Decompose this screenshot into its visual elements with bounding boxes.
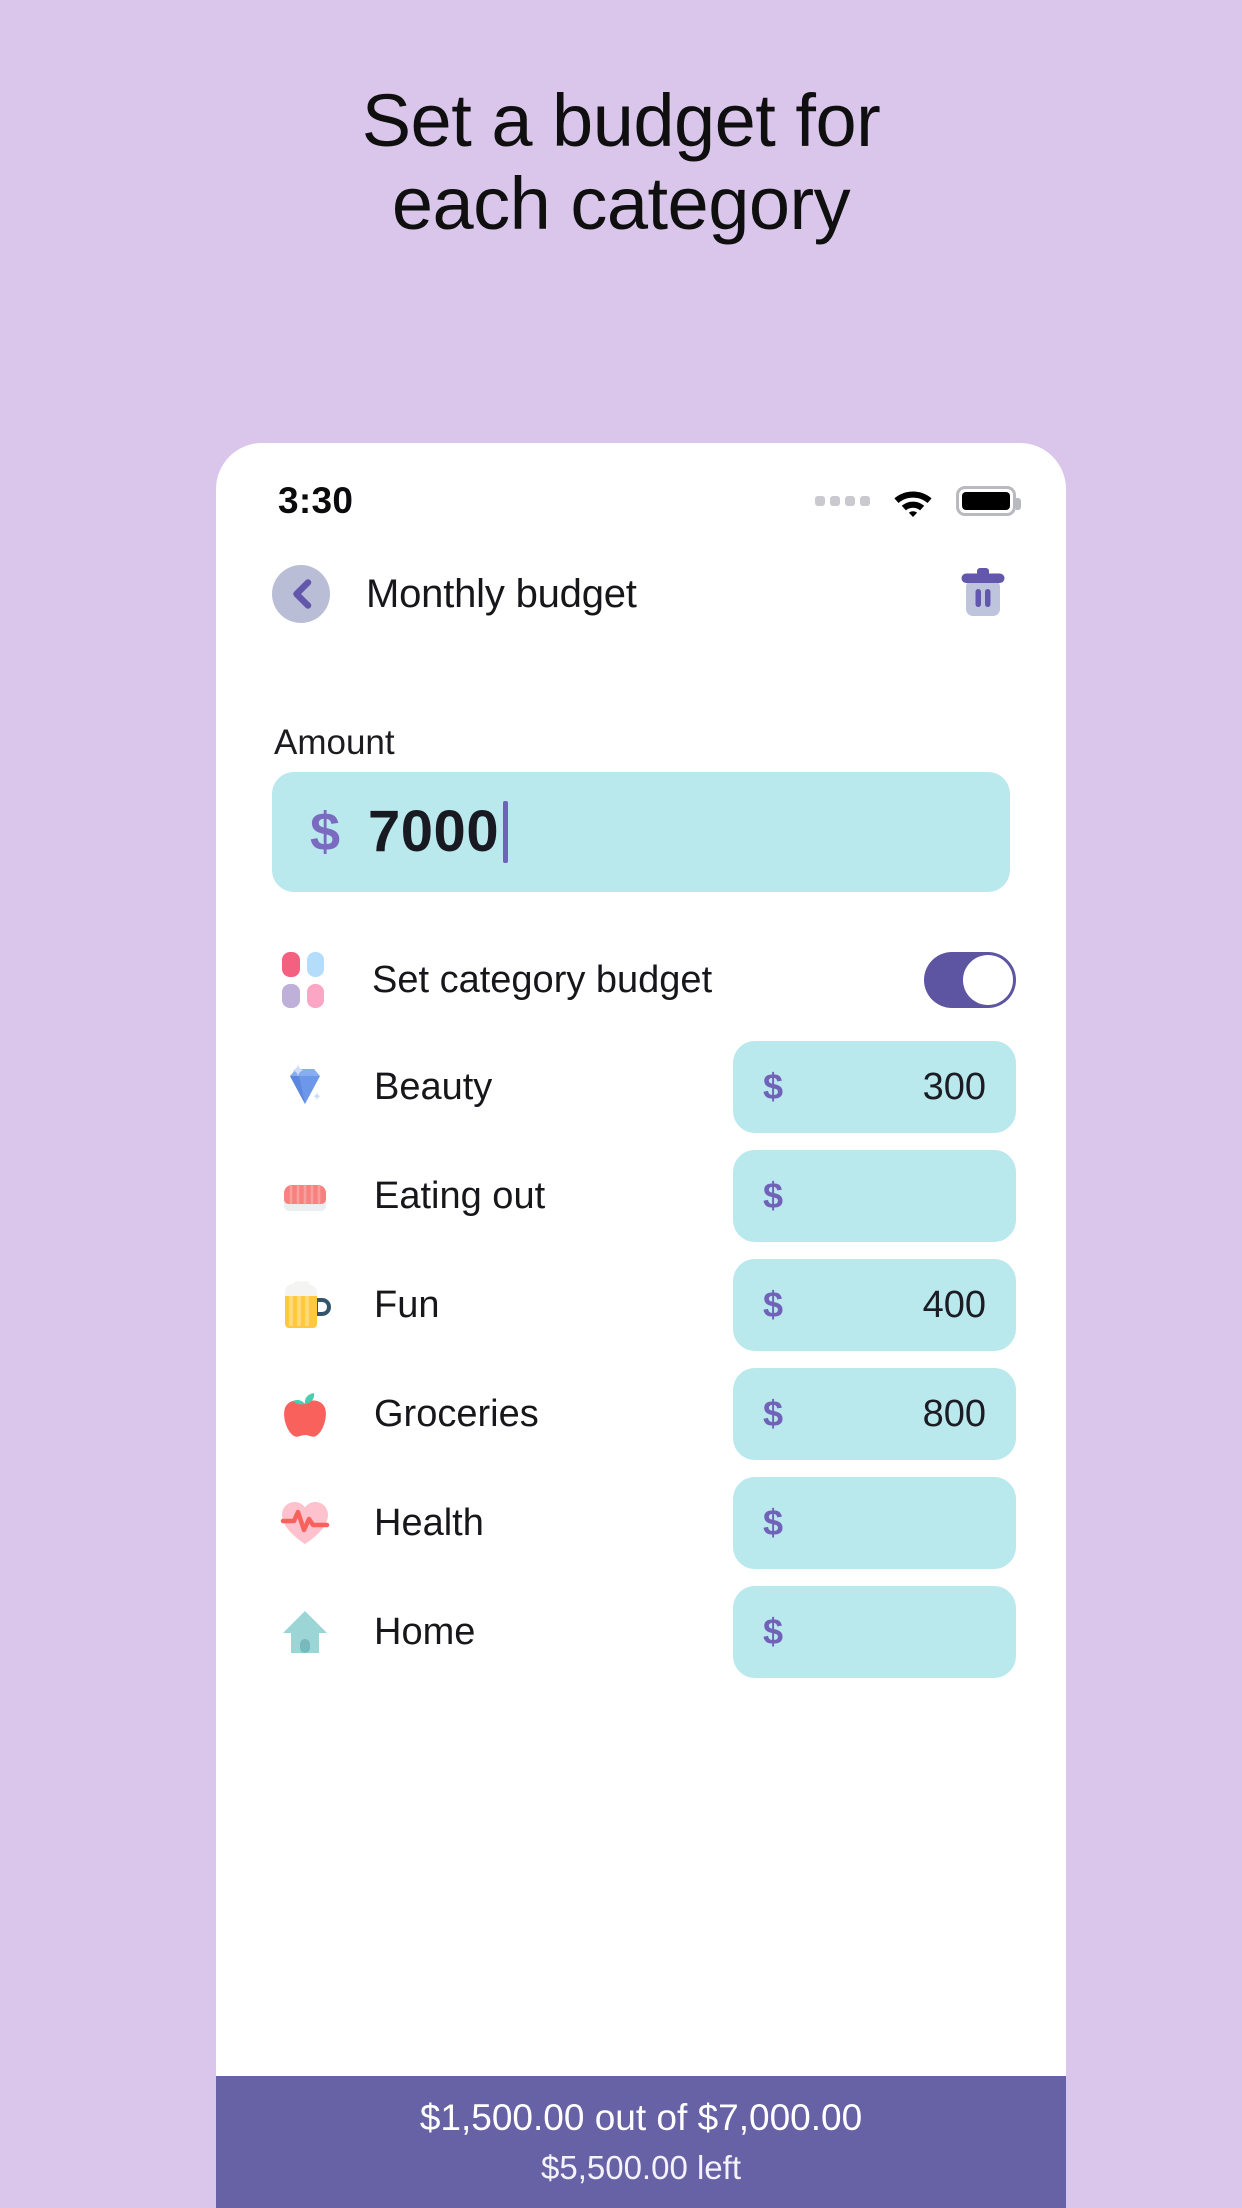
delete-budget-button[interactable] — [952, 563, 1014, 625]
category-amount-value: 400 — [922, 1284, 986, 1326]
promo-headline-line-2: each category — [391, 161, 851, 245]
promo-headline: Set a budget for each category — [0, 79, 1242, 246]
category-row-beauty[interactable]: Beauty $ 300 — [216, 1033, 1066, 1141]
currency-symbol: $ — [763, 1502, 784, 1543]
category-amount-value: 800 — [922, 1393, 986, 1435]
summary-remaining: $5,500.00 left — [541, 2149, 741, 2186]
category-amount-input-health[interactable]: $ — [733, 1477, 1016, 1569]
category-amount-input-beauty[interactable]: $ 300 — [733, 1041, 1016, 1133]
category-name: Home — [374, 1610, 476, 1653]
set-category-budget-toggle[interactable] — [924, 952, 1016, 1008]
promo-headline-line-1: Set a budget for — [361, 79, 881, 162]
currency-symbol: $ — [310, 802, 341, 862]
status-bar: 3:30 — [216, 443, 1066, 535]
gem-icon — [272, 1054, 338, 1120]
category-row-health[interactable]: Health $ — [216, 1469, 1066, 1577]
category-name: Beauty — [374, 1065, 493, 1108]
category-amount-input-home[interactable]: $ — [733, 1586, 1016, 1678]
trash-icon — [961, 568, 1005, 616]
category-row-groceries[interactable]: Groceries $ 800 — [216, 1360, 1066, 1468]
phone-mockup: 3:30 Monthly budget Amount $ 7000 Set ca… — [216, 443, 1066, 2208]
summary-spent-of-total: $1,500.00 out of $7,000.00 — [419, 2097, 863, 2138]
category-amount-value: 300 — [922, 1066, 986, 1108]
currency-symbol: $ — [763, 1284, 784, 1325]
category-amount-input-fun[interactable]: $ 400 — [733, 1259, 1016, 1351]
amount-value: 7000 — [368, 799, 500, 864]
battery-full-icon — [956, 486, 1021, 516]
text-caret — [503, 801, 509, 863]
category-row-eating-out[interactable]: Eating out $ — [216, 1142, 1066, 1250]
currency-symbol: $ — [763, 1066, 784, 1107]
category-row-fun[interactable]: Fun $ 400 — [216, 1251, 1066, 1359]
apple-icon — [272, 1381, 338, 1447]
page-title: Monthly budget — [366, 571, 637, 616]
wifi-icon — [894, 491, 932, 517]
set-category-budget-label: Set category budget — [372, 958, 713, 1001]
category-amount-input-groceries[interactable]: $ 800 — [733, 1368, 1016, 1460]
category-name: Eating out — [374, 1174, 546, 1217]
sushi-icon — [272, 1163, 338, 1229]
category-amount-input-eating-out[interactable]: $ — [733, 1150, 1016, 1242]
category-name: Groceries — [374, 1392, 539, 1435]
amount-label: Amount — [274, 723, 395, 762]
set-category-budget-row[interactable]: Set category budget — [272, 925, 1016, 1035]
health-heart-icon — [272, 1490, 338, 1556]
amount-input[interactable]: $ 7000 — [272, 772, 1010, 892]
back-button[interactable] — [272, 565, 330, 623]
app-bar: Monthly budget — [216, 539, 1066, 649]
house-icon — [272, 1599, 338, 1665]
category-row-home[interactable]: Home $ — [216, 1578, 1066, 1686]
status-time: 3:30 — [278, 480, 354, 521]
chevron-left-icon — [293, 579, 312, 609]
category-list: Beauty $ 300 Eating out $ Fun $ 400 Groc… — [216, 1033, 1066, 1687]
currency-symbol: $ — [763, 1611, 784, 1652]
category-name: Fun — [374, 1283, 440, 1326]
category-name: Health — [374, 1501, 484, 1544]
budget-summary-bar: $1,500.00 out of $7,000.00 $5,500.00 lef… — [216, 2076, 1066, 2208]
category-grid-icon — [272, 949, 334, 1011]
currency-symbol: $ — [763, 1175, 784, 1216]
toggle-knob — [963, 955, 1013, 1005]
signal-dots-icon — [815, 496, 870, 506]
currency-symbol: $ — [763, 1393, 784, 1434]
status-icons — [815, 485, 1021, 517]
beer-icon — [272, 1272, 338, 1338]
